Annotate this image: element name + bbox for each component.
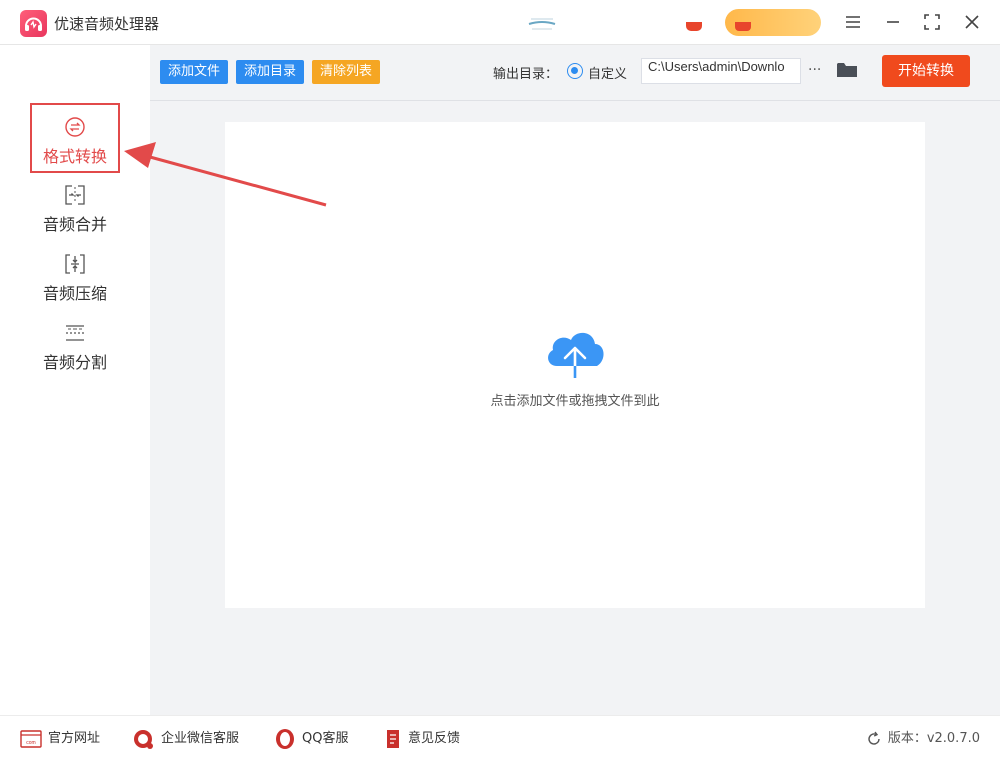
title-bar: 优速音频处理器 [0, 0, 1000, 45]
maximize-icon[interactable] [920, 10, 944, 34]
feedback-link[interactable]: 意见反馈 [382, 728, 472, 750]
wecom-icon [134, 730, 153, 749]
open-folder-icon[interactable] [836, 59, 858, 81]
cloud-upload-icon [548, 332, 604, 380]
footer-link-label: QQ客服 [302, 731, 349, 746]
file-drop-zone[interactable]: 点击添加文件或拖拽文件到此 [225, 122, 925, 608]
clear-list-button[interactable]: 清除列表 [312, 60, 381, 84]
svg-text:com: com [26, 740, 35, 746]
custom-output-label[interactable]: 自定义 [588, 63, 627, 82]
version-info: 版本：v2.0.7.0 [868, 728, 980, 750]
qq-icon [276, 729, 294, 749]
app-title: 优速音频处理器 [54, 15, 160, 33]
wecom-support-link[interactable]: 企业微信客服 [133, 728, 253, 750]
toolbar: 添加文件 添加目录 清除列表 输出目录： 自定义 C:\Users\admin\… [150, 45, 1000, 101]
audio-compress-icon [65, 254, 85, 274]
notification-icon[interactable] [686, 22, 702, 31]
output-path-value: C:\Users\admin\Downlo [648, 59, 785, 74]
footer-bar: com 官方网址 企业微信客服 QQ客服 意见反馈 版本：v2.0.7.0 [0, 715, 1000, 760]
sidebar-item-audio-compress[interactable]: 音频压缩 [30, 242, 120, 312]
sidebar-item-label: 音频分割 [42, 353, 107, 372]
sidebar: 格式转换 音频合并 音频压缩 音频分割 [0, 45, 150, 715]
start-convert-button[interactable]: 开始转换 [882, 55, 970, 87]
output-path-field[interactable]: C:\Users\admin\Downlo [641, 58, 801, 84]
add-directory-button[interactable]: 添加目录 [236, 60, 305, 84]
official-website-link[interactable]: com 官方网址 [20, 728, 110, 750]
audio-merge-icon [65, 185, 85, 205]
qq-support-link[interactable]: QQ客服 [274, 728, 359, 750]
drop-hint-text: 点击添加文件或拖拽文件到此 [490, 394, 660, 409]
sidebar-item-audio-merge[interactable]: 音频合并 [30, 173, 120, 243]
audio-split-icon [66, 325, 84, 341]
minimize-icon[interactable] [881, 10, 905, 34]
browse-more-button[interactable]: ··· [808, 59, 826, 83]
refresh-icon[interactable] [866, 731, 882, 747]
app-logo-icon [20, 10, 47, 37]
website-icon: com [20, 730, 42, 748]
main-panel: 添加文件 添加目录 清除列表 输出目录： 自定义 C:\Users\admin\… [150, 45, 1000, 715]
close-icon[interactable] [960, 10, 984, 34]
version-text: 版本：v2.0.7.0 [887, 731, 980, 746]
footer-link-label: 意见反馈 [408, 731, 461, 746]
footer-link-label: 官方网址 [48, 731, 101, 746]
feedback-icon [387, 730, 399, 748]
promo-banner-icon[interactable] [527, 12, 557, 34]
format-convert-icon [65, 117, 85, 137]
sidebar-item-label: 格式转换 [42, 147, 107, 166]
output-dir-label: 输出目录： [493, 67, 559, 82]
vip-icon [735, 22, 751, 31]
add-file-button[interactable]: 添加文件 [160, 60, 229, 84]
sidebar-item-audio-split[interactable]: 音频分割 [30, 311, 120, 381]
footer-link-label: 企业微信客服 [161, 731, 240, 746]
sidebar-item-format-convert[interactable]: 格式转换 [30, 103, 120, 173]
vip-button[interactable] [725, 9, 821, 36]
sidebar-item-label: 音频合并 [42, 215, 107, 234]
custom-output-radio[interactable] [567, 63, 583, 79]
menu-icon[interactable] [841, 10, 865, 34]
sidebar-item-label: 音频压缩 [42, 284, 107, 303]
